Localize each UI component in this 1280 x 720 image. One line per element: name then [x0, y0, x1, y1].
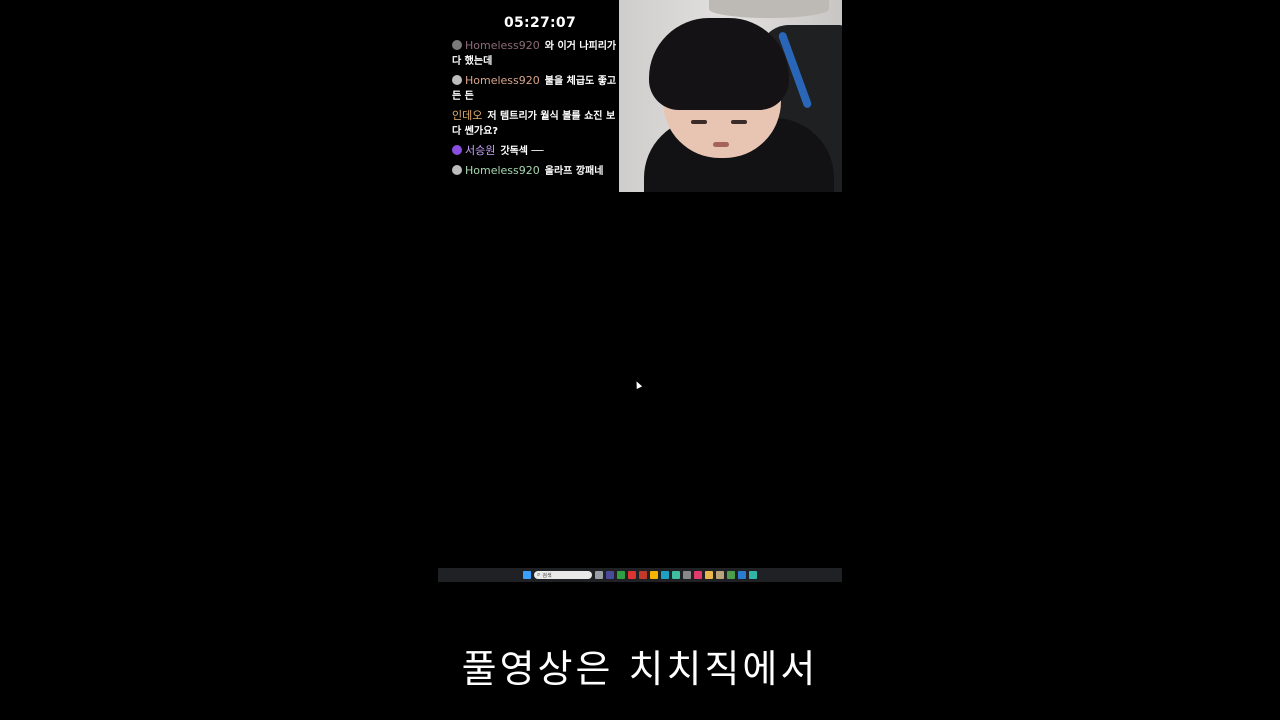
app-icon-green[interactable]	[727, 571, 735, 579]
video-caption: 풀영상은 치치직에서	[461, 647, 819, 691]
webcam-overlay	[619, 0, 842, 192]
photoshop-icon[interactable]	[738, 571, 746, 579]
stream-clock: 05:27:07	[503, 15, 577, 31]
chat-nickname: 인데오	[452, 109, 483, 122]
windows-taskbar: ⌕ 검색	[438, 568, 842, 582]
streamer-hair	[649, 18, 789, 110]
user-badge-icon	[452, 75, 462, 85]
windows-start-icon[interactable]	[523, 571, 531, 579]
chat-message: 서승원 갓독섹 ──	[452, 143, 620, 159]
chat-nickname: Homeless920	[465, 39, 540, 52]
app-icon-n[interactable]	[617, 571, 625, 579]
chat-nickname: Homeless920	[465, 164, 540, 177]
subscriber-badge-icon	[452, 145, 462, 155]
app-icon-teal[interactable]	[672, 571, 680, 579]
app-icon-cyan[interactable]	[749, 571, 757, 579]
chrome-icon[interactable]	[650, 571, 658, 579]
streamer-mouth	[713, 142, 729, 147]
folder-icon[interactable]	[705, 571, 713, 579]
search-icon: ⌕	[537, 571, 541, 578]
chat-nickname: Homeless920	[465, 74, 540, 87]
search-placeholder: 검색	[542, 572, 552, 579]
taskbar-search-input[interactable]: ⌕ 검색	[534, 571, 592, 579]
chat-overlay: Homeless920 와 이거 나피리가 다 했는데 Homeless920 불을…	[452, 38, 620, 190]
stream-frame: 05:27:07 Homeless920 와 이거 나피리가 다 했는데 Home…	[438, 0, 842, 720]
chat-message: Homeless920 올라프 깡패네	[452, 163, 620, 179]
task-view-icon[interactable]	[595, 571, 603, 579]
app-icon-grid[interactable]	[716, 571, 724, 579]
edge-icon[interactable]	[661, 571, 669, 579]
chat-nickname: 서승원	[465, 144, 496, 157]
streamer-eye	[691, 120, 707, 124]
app-icon-mic[interactable]	[683, 571, 691, 579]
app-icon-red[interactable]	[628, 571, 636, 579]
chat-message: Homeless920 와 이거 나피리가 다 했는데	[452, 38, 620, 69]
chat-fade	[452, 32, 620, 38]
streamer-eye	[731, 120, 747, 124]
chat-text: 갓독섹 ──	[500, 146, 544, 157]
user-badge-icon	[452, 40, 462, 50]
app-icon-m[interactable]	[606, 571, 614, 579]
webcam-shelf	[709, 0, 829, 18]
chat-message: Homeless920 불을 체급도 좋고 든 든	[452, 73, 620, 104]
mouse-cursor-icon	[633, 380, 643, 389]
app-icon-box[interactable]	[639, 571, 647, 579]
app-icon-pink[interactable]	[694, 571, 702, 579]
user-badge-icon	[452, 165, 462, 175]
chat-text: 올라프 깡패네	[544, 166, 604, 177]
chat-message: 인데오 저 템트리가 월식 볼를 쇼진 보다 쎈가요?	[452, 108, 620, 139]
